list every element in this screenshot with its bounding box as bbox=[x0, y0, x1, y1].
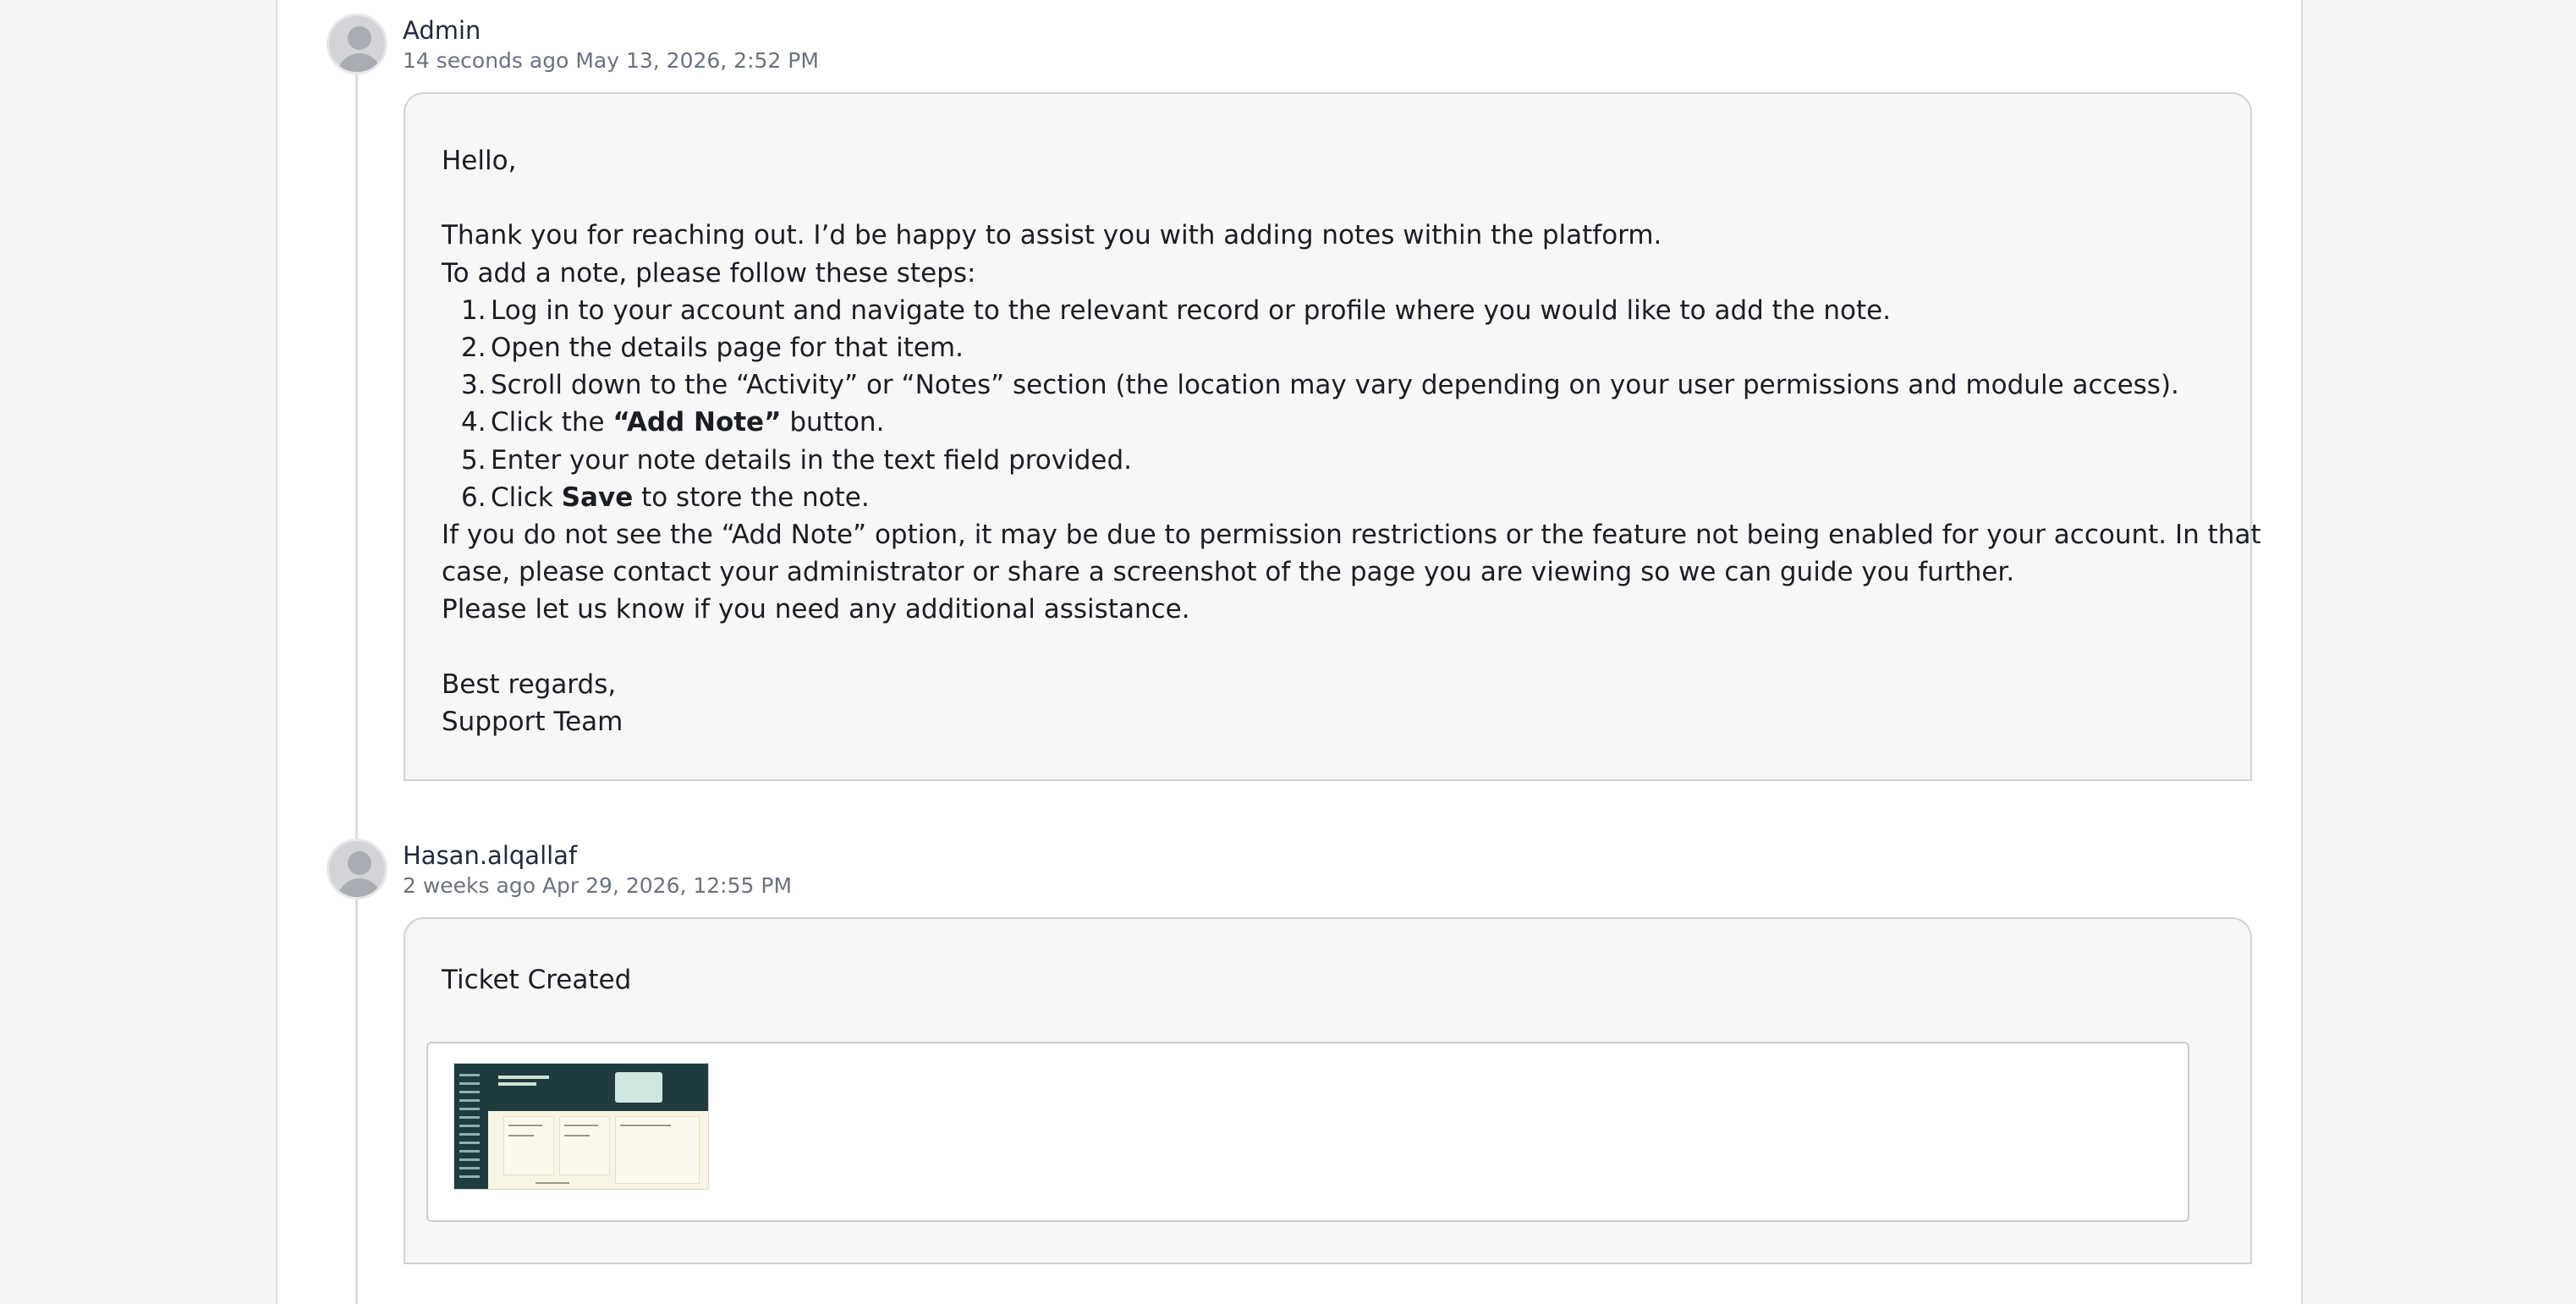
avatar-body bbox=[338, 53, 382, 72]
message-line: To add a note, please follow these steps… bbox=[442, 257, 976, 289]
entry-timestamp: 14 seconds ago May 13, 2026, 2:52 PM bbox=[403, 48, 819, 73]
thumbnail-sidebar bbox=[454, 1064, 488, 1189]
relative-time: 2 weeks ago bbox=[403, 873, 536, 898]
avatar-body bbox=[338, 878, 382, 897]
list-item: 3. Scroll down to the “Activity” or “Note… bbox=[461, 370, 2179, 401]
thumbnail-illustration bbox=[615, 1072, 662, 1103]
author-name[interactable]: Hasan.alqallaf bbox=[403, 841, 577, 870]
list-item: 1. Log in to your account and navigate to… bbox=[461, 294, 1892, 326]
message-line: case, please contact your administrator … bbox=[442, 557, 2015, 588]
absolute-time: Apr 29, 2026, 12:55 PM bbox=[541, 873, 793, 898]
message-body: Hello, Thank you for reaching out. I’d b… bbox=[442, 142, 2261, 740]
thumbnail-banner bbox=[488, 1064, 708, 1111]
signature: Support Team bbox=[442, 707, 623, 738]
greeting: Hello, bbox=[442, 146, 517, 176]
message-line: Please let us know if you need any addit… bbox=[442, 594, 1190, 625]
avatar[interactable] bbox=[327, 14, 387, 74]
screenshot-thumbnail[interactable] bbox=[453, 1063, 709, 1190]
entry-timestamp: 2 weeks ago Apr 29, 2026, 12:55 PM bbox=[403, 873, 792, 898]
signoff: Best regards, bbox=[442, 669, 617, 700]
avatar-head bbox=[348, 851, 371, 875]
message-line: If you do not see the “Add Note” option,… bbox=[442, 520, 2261, 551]
list-item: 2. Open the details page for that item. bbox=[461, 333, 964, 363]
avatar-head bbox=[348, 26, 371, 50]
author-name[interactable]: Admin bbox=[403, 16, 481, 45]
message-line: Thank you for reaching out. I’d be happy… bbox=[442, 220, 1662, 251]
relative-time: 14 seconds ago bbox=[403, 48, 569, 73]
timeline-line bbox=[355, 68, 358, 1304]
list-item: 4. Click the “Add Note” button. bbox=[461, 407, 885, 438]
steps-list: 1. Log in to your account and navigate to… bbox=[442, 292, 2261, 516]
list-item: 6. Click Save to store the note. bbox=[461, 481, 870, 513]
absolute-time: May 13, 2026, 2:52 PM bbox=[575, 48, 819, 73]
avatar[interactable] bbox=[327, 839, 387, 900]
list-item: 5. Enter your note details in the text fi… bbox=[461, 444, 1133, 476]
ticket-created-label: Ticket Created bbox=[442, 965, 632, 995]
